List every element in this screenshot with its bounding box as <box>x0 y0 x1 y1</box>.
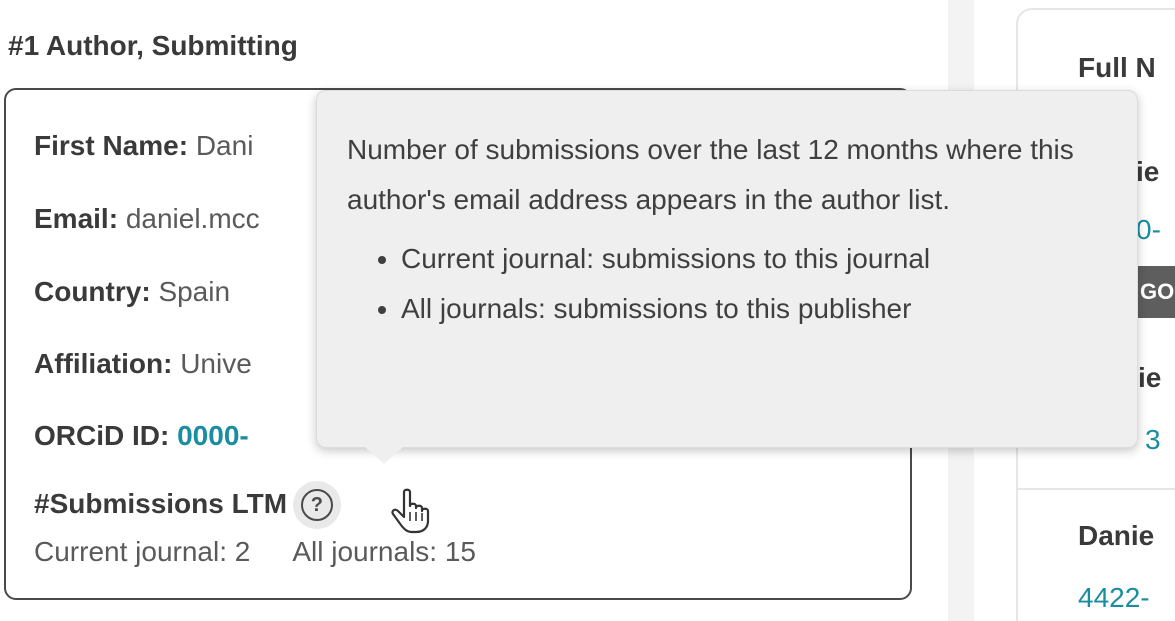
affiliation-value: Unive <box>180 348 252 379</box>
author-badge: GO <box>1138 266 1175 318</box>
orcid-link[interactable]: 0000- <box>177 420 249 451</box>
orcid-label: ORCiD ID: <box>34 420 170 451</box>
submissions-tooltip: Number of submissions over the last 12 m… <box>316 90 1138 448</box>
author-name-2[interactable]: ie <box>1138 362 1161 394</box>
author-list-separator <box>1018 488 1175 490</box>
email-label: Email: <box>34 203 119 234</box>
orcid-row: ORCiD ID: 0000- <box>34 420 249 452</box>
first-name-value: Dani <box>195 130 254 161</box>
email-value: daniel.mcc <box>125 203 260 234</box>
current-journal-count: Current journal: 2 <box>34 536 251 567</box>
affiliation-row: Affiliation: Unive <box>34 348 252 380</box>
author-orcid-link-1[interactable]: 0- <box>1136 214 1161 246</box>
hand-pointer-icon <box>391 488 430 534</box>
author-orcid-link-3[interactable]: 4422- <box>1078 582 1150 614</box>
country-label: Country: <box>34 276 151 307</box>
country-row: Country: Spain <box>34 276 230 308</box>
author-name-1[interactable]: ie <box>1136 156 1159 188</box>
first-name-label: First Name: <box>34 130 189 161</box>
author-section-title: #1 Author, Submitting <box>8 30 298 61</box>
full-name-header: Full N <box>1078 52 1156 83</box>
tooltip-list: Current journal: submissions to this jou… <box>347 235 1107 333</box>
first-name-row: First Name: Dani <box>34 130 253 162</box>
question-circle-icon[interactable]: ? <box>300 489 333 521</box>
submission-counts: Current journal: 2 All journals: 15 <box>34 536 476 568</box>
tooltip-item-current-journal: Current journal: submissions to this jou… <box>401 235 1107 283</box>
email-row: Email: daniel.mcc <box>34 203 260 235</box>
affiliation-label: Affiliation: <box>34 348 173 379</box>
tooltip-arrow <box>364 446 404 464</box>
author-orcid-link-2[interactable]: 3 <box>1145 424 1161 456</box>
tooltip-item-all-journals: All journals: submissions to this publis… <box>401 285 1107 333</box>
submissions-ltm-row: #Submissions LTM ? <box>34 488 333 521</box>
author-name-3[interactable]: Danie <box>1078 520 1154 552</box>
tooltip-description: Number of submissions over the last 12 m… <box>347 134 1074 215</box>
all-journals-count: All journals: 15 <box>292 536 476 567</box>
country-value: Spain <box>158 276 231 307</box>
submission-details-page: #1 Author, Submitting First Name: Dani E… <box>0 0 1175 621</box>
submissions-ltm-label: #Submissions LTM <box>34 488 288 519</box>
